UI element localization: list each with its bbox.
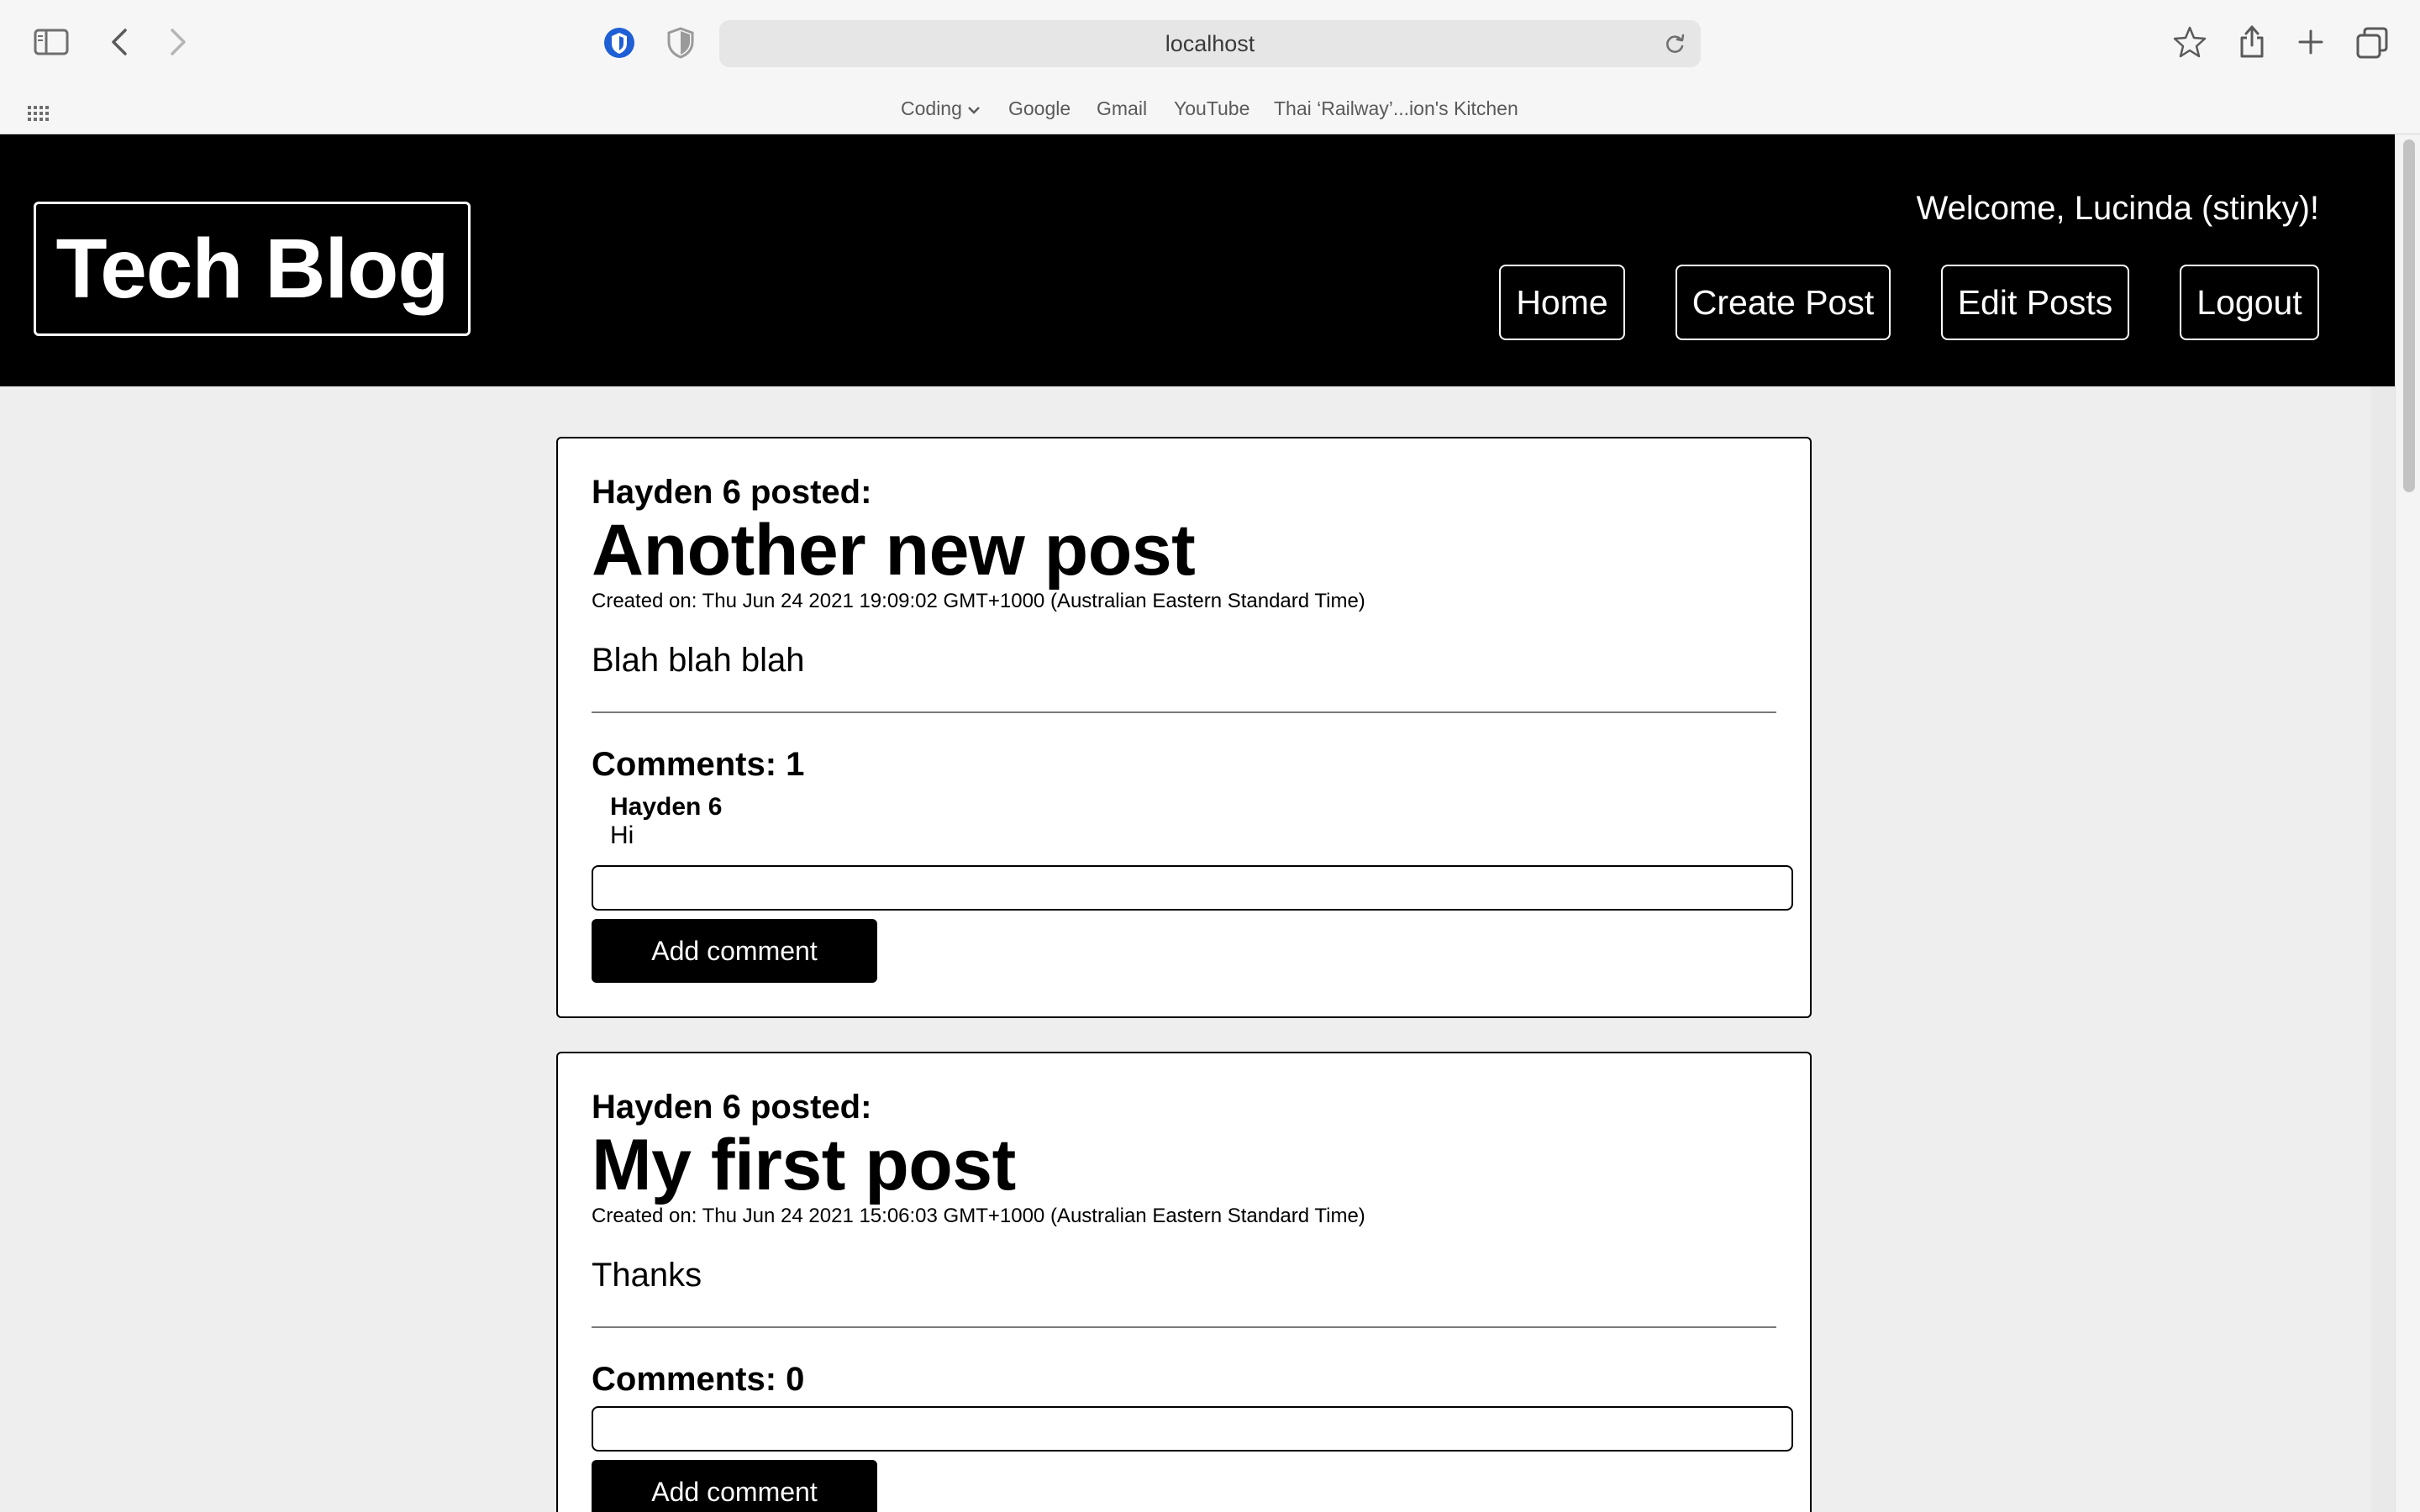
sidebar-toggle-icon[interactable] [32,25,71,59]
post-title: Another new post [592,510,1196,591]
reload-icon[interactable] [1664,32,1686,60]
privacy-shield-icon[interactable] [664,25,697,60]
back-icon[interactable] [103,25,136,59]
post-body: Blah blah blah [592,642,805,679]
add-comment-button[interactable]: Add comment [592,1460,877,1512]
nav-home-button[interactable]: Home [1499,265,1625,340]
scrollbar-thumb[interactable] [2403,139,2415,492]
post-title: My first post [592,1125,1016,1205]
post-divider [592,1326,1776,1328]
chevron-down-icon [968,107,980,114]
post-divider [592,711,1776,713]
extension-shield-icon[interactable] [602,25,637,60]
post-card: Hayden 6 posted: My first post Created o… [556,1052,1812,1512]
bookmark-coding-label: Coding [901,97,962,119]
forward-icon[interactable] [161,25,195,59]
share-icon[interactable] [2235,22,2269,60]
nav-logout-button[interactable]: Logout [2180,265,2319,340]
bookmark-youtube[interactable]: YouTube [1174,97,1249,120]
comment-input[interactable] [592,1406,1793,1452]
bookmark-thai-railway[interactable]: Thai ‘Railway’...ion's Kitchen [1274,97,1518,120]
bookmark-gmail[interactable]: Gmail [1097,97,1147,120]
post-card: Hayden 6 posted: Another new post Create… [556,437,1812,1018]
comment-count: Comments: 0 [592,1361,805,1398]
bookmark-star-icon[interactable] [2171,24,2208,60]
comment-count: Comments: 1 [592,746,805,783]
welcome-message: Welcome, Lucinda (stinky)! [1916,190,2319,227]
scrollbar[interactable] [2395,134,2420,1512]
tab-overview-icon[interactable] [2354,25,2390,60]
comment-text: Hi [610,822,634,849]
add-comment-button[interactable]: Add comment [592,919,877,983]
post-author: Hayden 6 posted: [592,1089,872,1126]
post-body: Thanks [592,1257,702,1294]
browser-chrome: localhost Coding Google Gmail YouTube Th… [0,0,2420,134]
apps-grid-icon[interactable] [27,101,50,124]
address-url[interactable]: localhost [1165,31,1255,57]
address-bar[interactable]: localhost [719,20,1701,67]
bookmark-google[interactable]: Google [1008,97,1071,120]
nav-edit-posts-button[interactable]: Edit Posts [1941,265,2129,340]
bookmarks-bar: Coding Google Gmail YouTube Thai ‘Railwa… [0,94,2420,128]
nav-create-post-button[interactable]: Create Post [1676,265,1891,340]
comment-author: Hayden 6 [610,793,723,821]
post-date: Created on: Thu Jun 24 2021 19:09:02 GMT… [592,590,1365,612]
site-logo[interactable]: Tech Blog [34,202,471,336]
comment-input[interactable] [592,865,1793,911]
page-gutter [2371,386,2395,1512]
new-tab-icon[interactable] [2294,25,2328,59]
site-title: Tech Blog [55,221,450,316]
bookmark-coding[interactable]: Coding [901,97,981,120]
site-header: Tech Blog Welcome, Lucinda (stinky)! Hom… [0,134,2395,386]
post-author: Hayden 6 posted: [592,474,872,511]
post-date: Created on: Thu Jun 24 2021 15:06:03 GMT… [592,1205,1365,1227]
